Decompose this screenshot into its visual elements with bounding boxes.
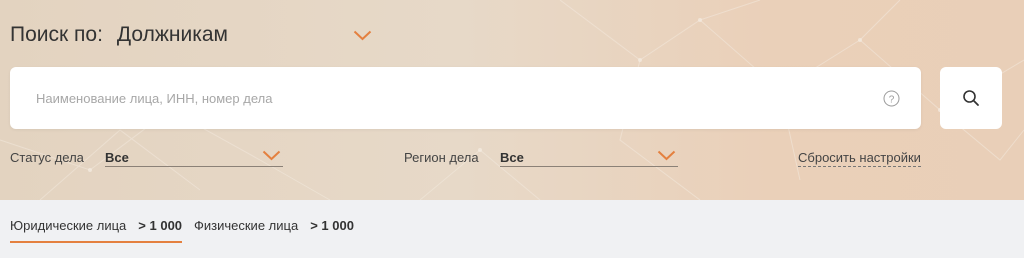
status-filter-label: Статус дела	[10, 150, 84, 165]
magnifier-icon	[963, 90, 979, 106]
question-circle-icon[interactable]: ?	[883, 90, 900, 107]
search-input[interactable]	[36, 87, 856, 109]
status-select-value: Все	[105, 150, 129, 165]
region-select-value: Все	[500, 150, 524, 165]
region-filter-label: Регион дела	[404, 150, 479, 165]
search-mode-label: Поиск по:	[10, 23, 103, 46]
status-select[interactable]: Все	[105, 146, 283, 167]
search-mode-value[interactable]: Должникам	[117, 23, 228, 47]
tab-legal-entities[interactable]: Юридические лица > 1 000	[10, 218, 183, 243]
tab-individuals[interactable]: Физические лица > 1 000	[194, 218, 354, 242]
search-field[interactable]: ?	[10, 67, 921, 129]
chevron-down-icon[interactable]	[353, 30, 372, 41]
reset-filters-link[interactable]: Сбросить настройки	[798, 150, 921, 167]
region-select[interactable]: Все	[500, 146, 678, 167]
search-button[interactable]	[940, 67, 1002, 129]
tab-count: > 1 000	[138, 218, 183, 233]
search-mode-selector[interactable]: Поиск по: Должникам	[10, 22, 228, 48]
chevron-down-icon	[657, 150, 676, 161]
result-tabs: Юридические лица > 1 000 Физические лица >…	[0, 200, 1024, 258]
tab-label: Юридические лица	[10, 218, 127, 233]
chevron-down-icon	[262, 150, 281, 161]
tab-label: Физические лица	[194, 218, 299, 233]
svg-text:?: ?	[889, 94, 895, 105]
tab-count: > 1 000	[310, 218, 354, 233]
search-panel: Поиск по: Должникам ? Статус дела Все Ре…	[0, 0, 1024, 200]
